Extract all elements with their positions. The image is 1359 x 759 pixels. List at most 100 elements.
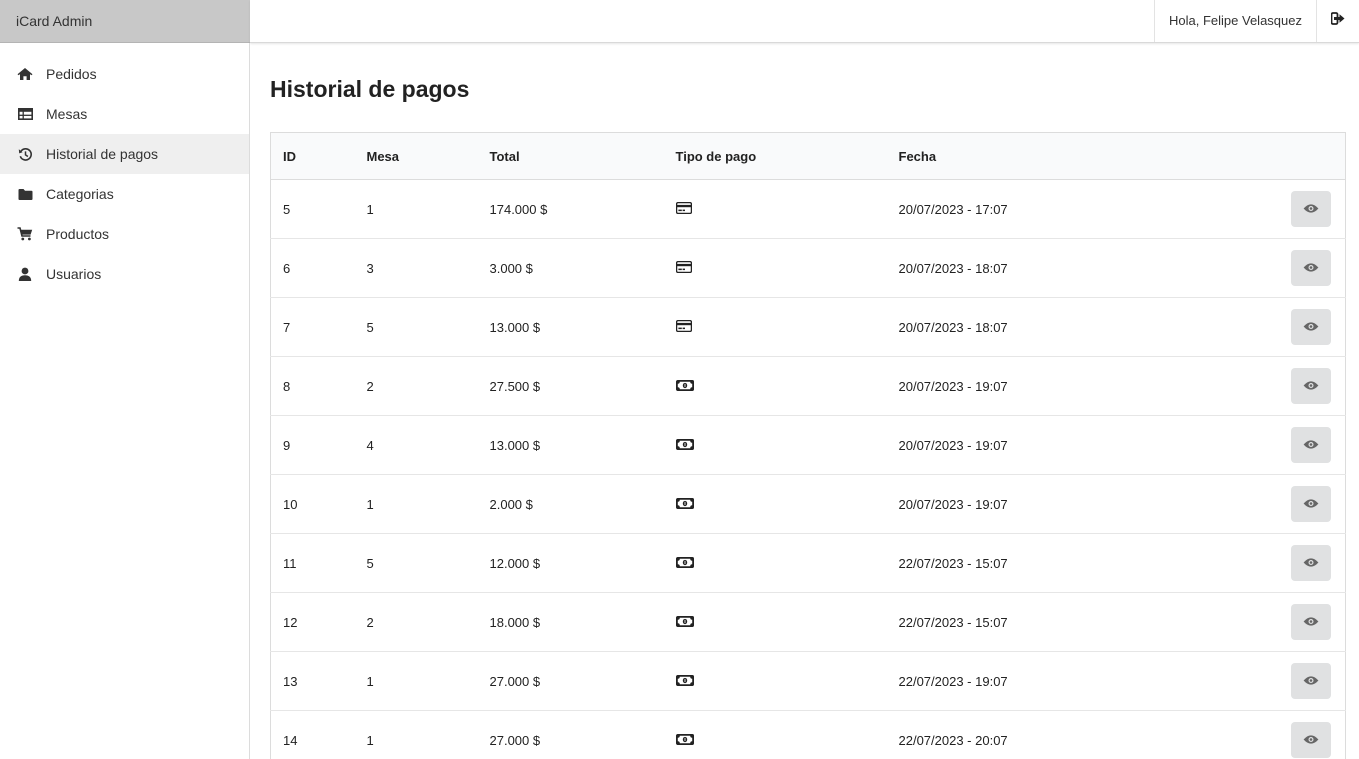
cell-tipo-de-pago [663,592,887,652]
cell-mesa: 2 [354,356,478,416]
cash-icon [675,497,694,512]
column-header-fecha: Fecha [886,132,1226,180]
cell-actions [1225,592,1346,652]
cell-id: 12 [270,592,355,652]
sign-out-icon [1330,12,1345,30]
cell-fecha: 22/07/2023 - 15:07 [886,592,1226,652]
cell-id: 8 [270,356,355,416]
cell-actions [1225,415,1346,475]
cash-icon [675,733,694,748]
cell-fecha: 20/07/2023 - 18:07 [886,238,1226,298]
column-header-total: Total [477,132,664,180]
cell-total: 12.000 $ [477,533,664,593]
cell-mesa: 5 [354,533,478,593]
eye-icon [1303,261,1319,276]
eye-icon [1303,615,1319,630]
sidebar-item-productos[interactable]: Productos [0,214,249,254]
view-button[interactable] [1291,663,1331,699]
sidebar-item-label: Categorias [46,186,114,202]
cell-fecha: 22/07/2023 - 19:07 [886,651,1226,711]
sidebar-item-label: Usuarios [46,266,102,282]
cell-tipo-de-pago [663,415,887,475]
home-icon [17,66,33,82]
column-header-id: ID [270,132,355,180]
cell-tipo-de-pago [663,533,887,593]
cash-icon [675,379,694,394]
cell-actions [1225,356,1346,416]
cell-mesa: 1 [354,179,478,239]
cell-id: 14 [270,710,355,759]
sidebar-item-label: Productos [46,226,110,242]
sidebar-item-label: Pedidos [46,66,97,82]
cell-id: 11 [270,533,355,593]
cell-fecha: 20/07/2023 - 19:07 [886,356,1226,416]
eye-icon [1303,202,1319,217]
top-bar: Hola, Felipe Velasquez [250,0,1359,43]
cell-tipo-de-pago [663,474,887,534]
credit-card-icon [675,201,692,217]
cell-tipo-de-pago [663,297,887,357]
cell-tipo-de-pago [663,356,887,416]
cell-tipo-de-pago [663,710,887,759]
cell-actions [1225,651,1346,711]
table-row: 5 1 174.000 $ 20/07/2023 - 17:07 [270,179,1346,239]
page-title: Historial de pagos [270,76,470,102]
view-button[interactable] [1291,368,1331,404]
cell-actions [1225,533,1346,593]
cell-tipo-de-pago [663,238,887,298]
table-row: 6 3 3.000 $ 20/07/2023 - 18:07 [270,238,1346,298]
view-button[interactable] [1291,191,1331,227]
credit-card-icon [675,260,692,276]
view-button[interactable] [1291,486,1331,522]
user-icon [17,266,33,282]
cell-total: 27.000 $ [477,651,664,711]
cell-tipo-de-pago [663,179,887,239]
payments-table: ID Mesa Total Tipo de pago Fecha 5 1 174… [270,132,1346,759]
view-button[interactable] [1291,309,1331,345]
view-button[interactable] [1291,722,1331,758]
table-row: 11 5 12.000 $ 22/07/2023 - 15:07 [270,533,1346,593]
sidebar-item-historial-de-pagos[interactable]: Historial de pagos [0,134,249,174]
view-button[interactable] [1291,604,1331,640]
cell-fecha: 20/07/2023 - 19:07 [886,474,1226,534]
sidebar-item-label: Historial de pagos [46,146,159,162]
table-icon [17,106,33,122]
cell-actions [1225,238,1346,298]
eye-icon [1303,674,1319,689]
cell-actions [1225,474,1346,534]
sidebar-item-label: Mesas [46,106,88,122]
cell-id: 9 [270,415,355,475]
eye-icon [1303,733,1319,748]
table-row: 14 1 27.000 $ 22/07/2023 - 20:07 [270,710,1346,759]
sidebar-item-mesas[interactable]: Mesas [0,94,249,134]
cell-mesa: 1 [354,710,478,759]
main-content: Historial de pagos ID Mesa Total Tipo de… [270,43,1346,759]
cell-tipo-de-pago [663,651,887,711]
table-row: 9 4 13.000 $ 20/07/2023 - 19:07 [270,415,1346,475]
eye-icon [1303,438,1319,453]
view-button[interactable] [1291,250,1331,286]
column-header-actions [1225,132,1346,180]
table-row: 13 1 27.000 $ 22/07/2023 - 19:07 [270,651,1346,711]
cart-icon [17,226,33,242]
cell-total: 3.000 $ [477,238,664,298]
cell-mesa: 4 [354,415,478,475]
cell-mesa: 3 [354,238,478,298]
sidebar-item-categorias[interactable]: Categorias [0,174,249,214]
view-button[interactable] [1291,545,1331,581]
cell-total: 18.000 $ [477,592,664,652]
eye-icon [1303,320,1319,335]
view-button[interactable] [1291,427,1331,463]
eye-icon [1303,497,1319,512]
cell-fecha: 22/07/2023 - 15:07 [886,533,1226,593]
cell-total: 2.000 $ [477,474,664,534]
table-row: 8 2 27.500 $ 20/07/2023 - 19:07 [270,356,1346,416]
logout-button[interactable] [1316,0,1359,42]
table-row: 7 5 13.000 $ 20/07/2023 - 18:07 [270,297,1346,357]
sidebar-item-usuarios[interactable]: Usuarios [0,254,249,294]
brand-title: iCard Admin [0,0,250,43]
sidebar-item-pedidos[interactable]: Pedidos [0,54,249,94]
cell-total: 27.000 $ [477,710,664,759]
cell-id: 13 [270,651,355,711]
cash-icon [675,556,694,571]
